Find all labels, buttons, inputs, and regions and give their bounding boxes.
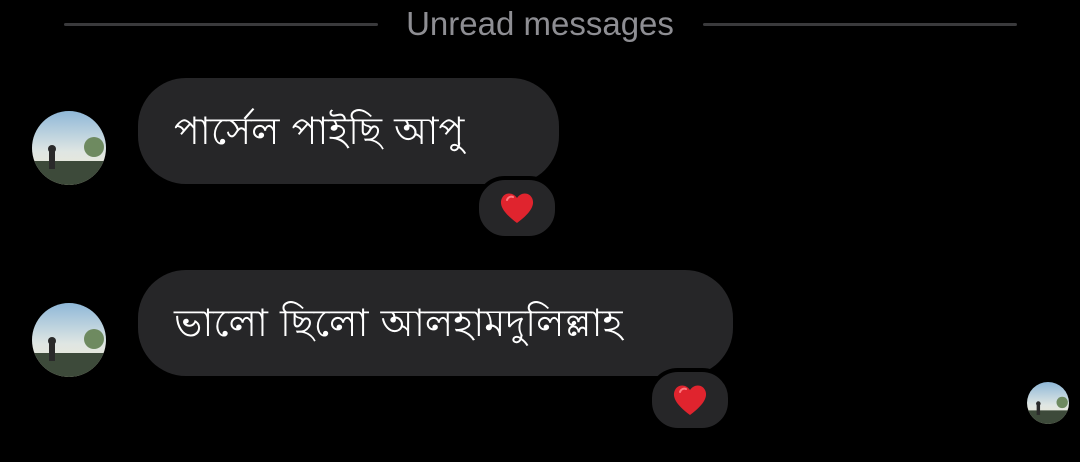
message-reaction[interactable] bbox=[475, 176, 559, 240]
message-bubble[interactable]: পার্সেল পাইছি আপু bbox=[138, 78, 559, 184]
red-heart-icon bbox=[673, 385, 707, 415]
red-heart-icon bbox=[500, 193, 534, 223]
message-bubble[interactable]: ভালো ছিলো আলহামদুলিল্লাহ bbox=[138, 270, 733, 376]
unread-divider: Unread messages bbox=[0, 0, 1080, 50]
contact-avatar[interactable] bbox=[32, 303, 106, 377]
chat-screen: Unread messages পার্সেল পাইছি আপু ভালো ছ… bbox=[0, 0, 1080, 462]
unread-messages-label: Unread messages bbox=[406, 5, 674, 42]
contact-avatar[interactable] bbox=[32, 111, 106, 185]
divider-line-right bbox=[703, 23, 1017, 26]
message-text: পার্সেল পাইছি আপু bbox=[174, 109, 465, 153]
message-reaction[interactable] bbox=[648, 368, 732, 432]
message-text: ভালো ছিলো আলহামদুলিল্লাহ bbox=[174, 301, 623, 345]
divider-line-left bbox=[64, 23, 378, 26]
seen-receipt-avatar bbox=[1027, 382, 1069, 424]
